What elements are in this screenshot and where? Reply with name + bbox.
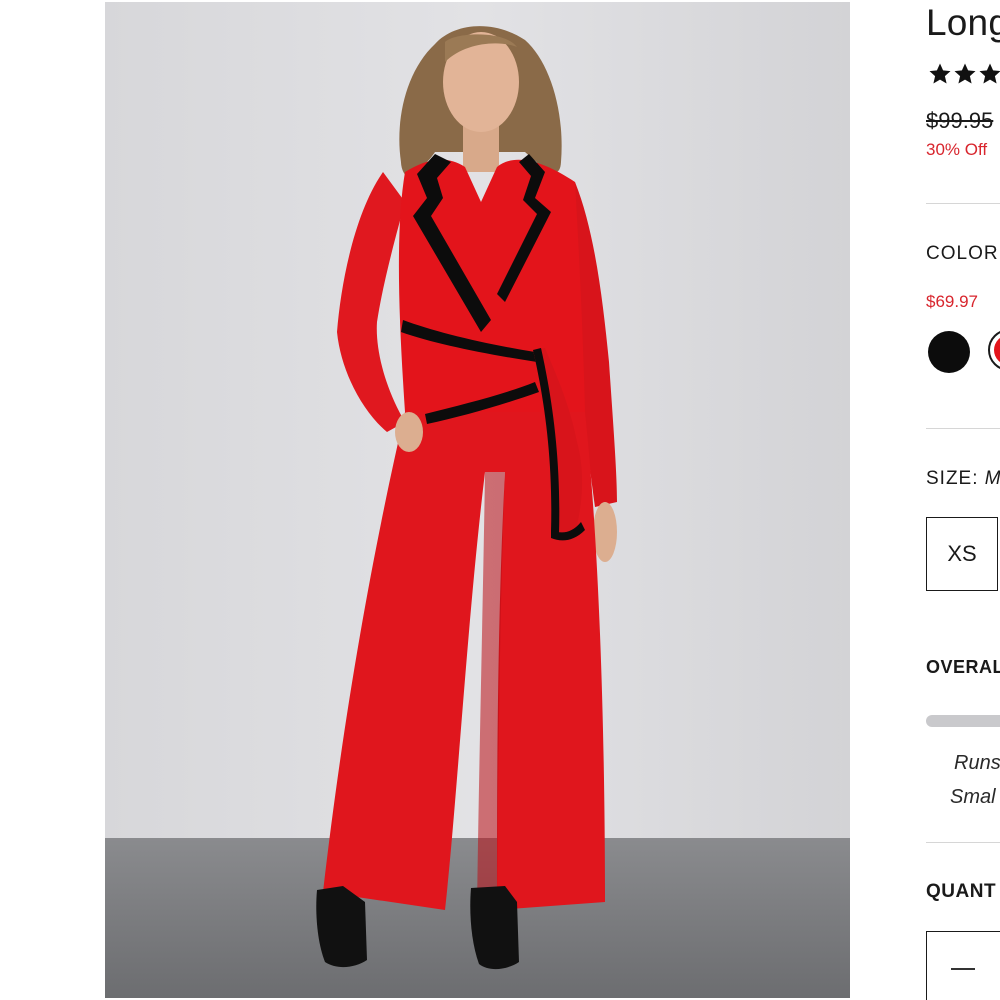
star-icon <box>929 63 951 84</box>
size-label-text: SIZE: <box>926 468 979 489</box>
right-shoe <box>470 886 519 970</box>
quantity-label: QUANT <box>926 881 997 902</box>
minus-icon[interactable] <box>951 968 975 970</box>
product-title: Long <box>926 2 1000 43</box>
size-selected-value: M <box>984 468 1000 489</box>
color-swatch-black[interactable] <box>928 331 970 373</box>
color-swatch-red[interactable] <box>988 329 1000 371</box>
size-option-label: XS <box>947 541 977 566</box>
divider <box>926 428 1000 429</box>
color-label: COLOR <box>926 243 999 264</box>
divider <box>926 842 1000 843</box>
discount-badge: 30% Off <box>926 140 988 159</box>
right-hand <box>593 502 617 562</box>
rating-stars[interactable] <box>928 62 1000 86</box>
star-icon <box>954 63 976 84</box>
left-hand <box>395 412 423 452</box>
product-details-panel: Long $99.95 30% Off COLOR $69.97 SIZE: M… <box>926 0 1000 1000</box>
size-option-xs[interactable]: XS <box>926 517 998 591</box>
quantity-stepper[interactable] <box>926 931 1000 1000</box>
fit-text-runs: Runs <box>954 752 1000 774</box>
divider <box>926 203 1000 204</box>
left-shoe <box>316 886 367 968</box>
star-icon <box>979 63 1000 84</box>
product-image[interactable] <box>105 2 850 998</box>
fit-meter-bar <box>926 715 1000 727</box>
overall-fit-label: OVERAL <box>926 657 1000 677</box>
original-price: $99.95 <box>926 108 994 133</box>
fit-text-small: Smal <box>950 786 996 808</box>
model-photo <box>105 2 850 998</box>
size-label: SIZE: M <box>926 468 1000 490</box>
color-sale-price: $69.97 <box>926 292 978 311</box>
